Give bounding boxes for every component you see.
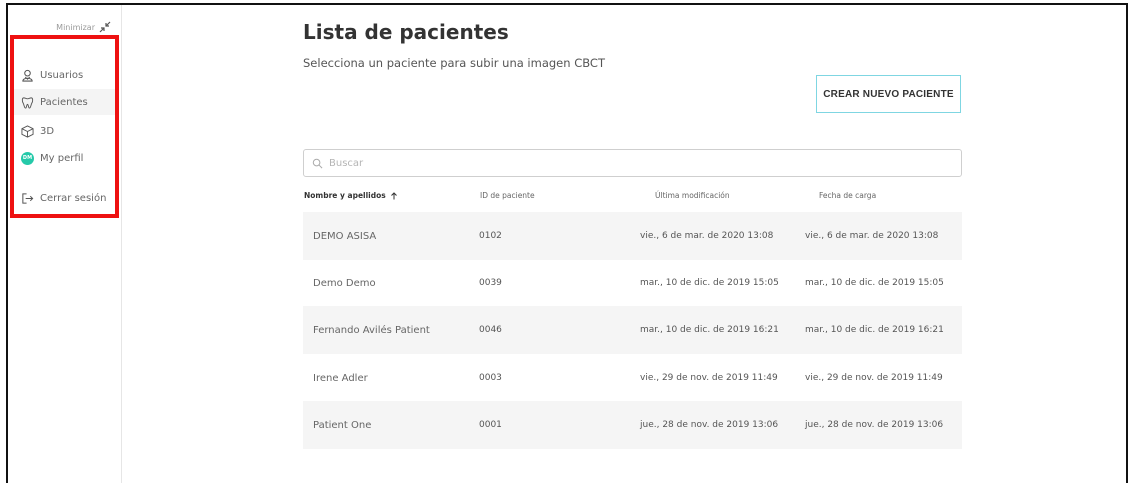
cell-id: 0046 (479, 325, 502, 335)
column-header-uploaded[interactable]: Fecha de carga (819, 191, 876, 200)
cell-uploaded: vie., 6 de mar. de 2020 13:08 (805, 231, 939, 241)
cell-name: Patient One (313, 419, 372, 431)
column-header-modified[interactable]: Última modificación (655, 191, 730, 200)
cell-uploaded: mar., 10 de dic. de 2019 15:05 (805, 278, 944, 288)
cell-name: Irene Adler (313, 372, 368, 384)
column-header-id[interactable]: ID de paciente (480, 191, 535, 200)
cell-modified: vie., 29 de nov. de 2019 11:49 (640, 373, 778, 383)
page-title: Lista de pacientes (303, 20, 509, 44)
cell-name: DEMO ASISA (313, 230, 377, 242)
create-patient-button[interactable]: CREAR NUEVO PACIENTE (816, 75, 961, 113)
table-row[interactable]: Patient One 0001 jue., 28 de nov. de 201… (303, 401, 962, 449)
cell-uploaded: vie., 29 de nov. de 2019 11:49 (805, 373, 943, 383)
cell-modified: mar., 10 de dic. de 2019 16:21 (640, 325, 779, 335)
minimize-icon (99, 21, 111, 33)
sidebar: Minimizar Usuarios Pacientes 3D DM My pe… (8, 5, 122, 483)
minimize-label: Minimizar (56, 22, 95, 32)
table-row[interactable]: Irene Adler 0003 vie., 29 de nov. de 201… (303, 354, 962, 402)
minimize-button[interactable]: Minimizar (56, 21, 111, 33)
highlight-annotation-box (10, 35, 119, 218)
cell-name: Demo Demo (313, 277, 376, 289)
cell-name: Fernando Avilés Patient (313, 324, 430, 336)
table-row[interactable]: Fernando Avilés Patient 0046 mar., 10 de… (303, 306, 962, 354)
cell-modified: vie., 6 de mar. de 2020 13:08 (640, 231, 774, 241)
cell-modified: mar., 10 de dic. de 2019 15:05 (640, 278, 779, 288)
table-row[interactable]: Demo Demo 0039 mar., 10 de dic. de 2019 … (303, 259, 962, 307)
cell-modified: jue., 28 de nov. de 2019 13:06 (640, 420, 779, 430)
search-bar (303, 149, 962, 177)
cell-uploaded: mar., 10 de dic. de 2019 16:21 (805, 325, 944, 335)
column-header-label: Nombre y apellidos (304, 191, 386, 200)
cell-id: 0102 (479, 231, 502, 241)
column-header-name[interactable]: Nombre y apellidos (304, 191, 398, 200)
page-subtitle: Selecciona un paciente para subir una im… (303, 56, 605, 70)
cell-id: 0003 (479, 373, 502, 383)
sort-arrow-up-icon (390, 191, 397, 199)
cell-id: 0001 (479, 420, 502, 430)
cell-id: 0039 (479, 278, 502, 288)
search-icon (312, 158, 323, 168)
table-row[interactable]: DEMO ASISA 0102 vie., 6 de mar. de 2020 … (303, 212, 962, 260)
search-input[interactable] (327, 156, 931, 170)
cell-uploaded: jue., 28 de nov. de 2019 13:06 (805, 420, 944, 430)
